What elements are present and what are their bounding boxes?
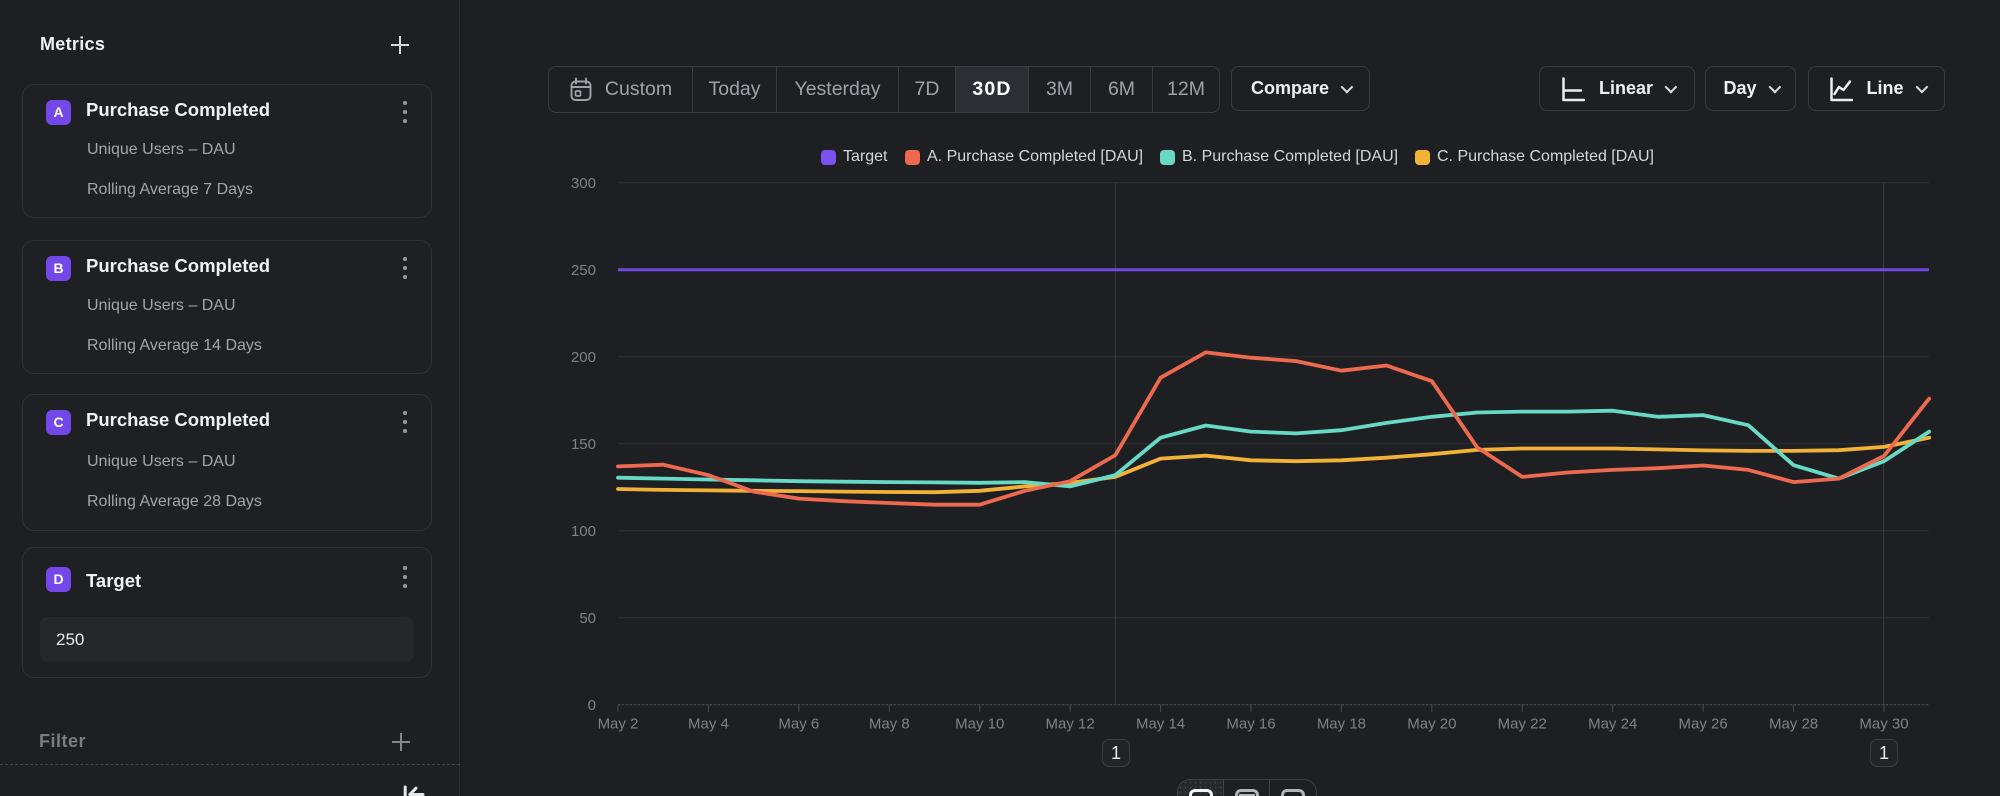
svg-text:100: 100 — [571, 523, 596, 540]
svg-text:May 20: May 20 — [1407, 716, 1456, 733]
svg-text:May 16: May 16 — [1226, 716, 1275, 733]
svg-text:May 30: May 30 — [1859, 716, 1908, 733]
svg-text:50: 50 — [579, 610, 596, 627]
svg-text:May 22: May 22 — [1498, 716, 1547, 733]
svg-text:May 2: May 2 — [598, 716, 639, 733]
svg-text:May 18: May 18 — [1317, 716, 1366, 733]
svg-text:May 24: May 24 — [1588, 716, 1637, 733]
svg-text:300: 300 — [571, 175, 596, 192]
svg-text:200: 200 — [571, 349, 596, 366]
svg-text:May 4: May 4 — [688, 716, 729, 733]
svg-text:May 28: May 28 — [1769, 716, 1818, 733]
svg-text:May 8: May 8 — [869, 716, 910, 733]
svg-text:150: 150 — [571, 436, 596, 453]
svg-text:May 10: May 10 — [955, 716, 1004, 733]
svg-text:May 26: May 26 — [1679, 716, 1728, 733]
svg-text:May 12: May 12 — [1046, 716, 1095, 733]
svg-text:0: 0 — [588, 697, 596, 714]
svg-text:250: 250 — [571, 262, 596, 279]
svg-text:May 6: May 6 — [778, 716, 819, 733]
svg-text:May 14: May 14 — [1136, 716, 1185, 733]
